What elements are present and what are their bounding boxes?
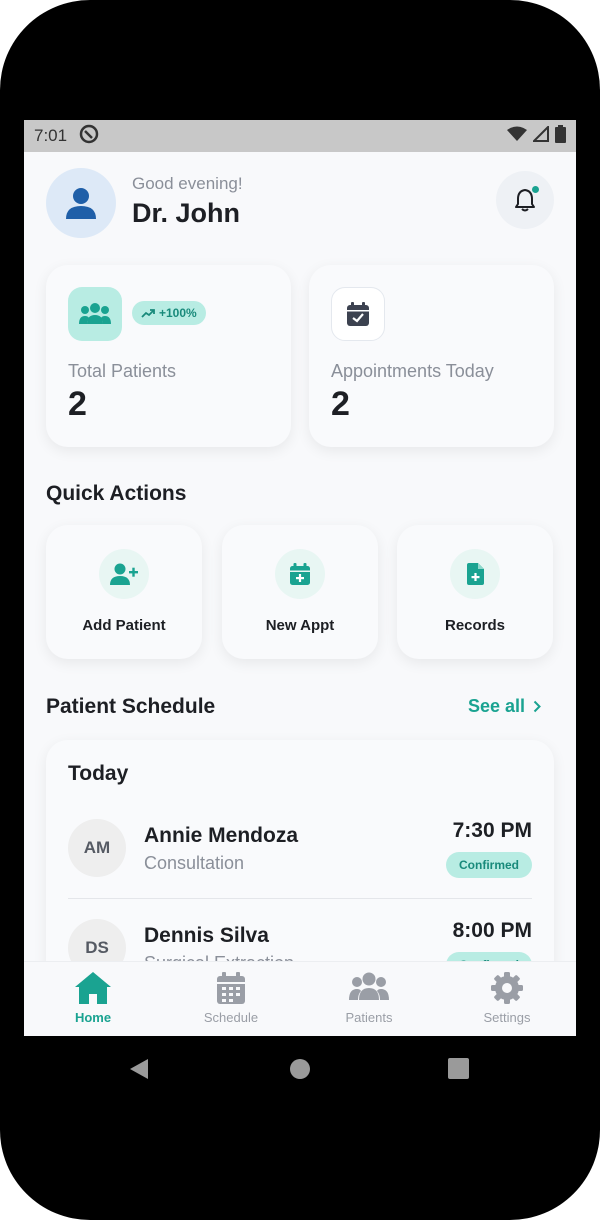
bottom-nav: Home Schedule Patients Settings xyxy=(24,961,576,1036)
recents-square-icon xyxy=(448,1058,469,1079)
quick-actions-title: Quick Actions xyxy=(46,482,187,505)
see-all-link[interactable]: See all xyxy=(468,696,541,717)
appointment-time: 8:00 PM xyxy=(452,919,532,942)
nav-settings[interactable]: Settings xyxy=(438,962,576,1036)
home-circle-icon xyxy=(290,1059,310,1079)
appointment-type: Consultation xyxy=(144,853,245,873)
appointment-time: 7:30 PM xyxy=(452,819,532,842)
new-appt-icon-circle xyxy=(275,549,325,599)
see-all-label: See all xyxy=(468,696,526,716)
battery-icon xyxy=(555,124,566,148)
nav-label: Schedule xyxy=(203,1010,259,1025)
gear-icon xyxy=(491,972,523,1004)
user-icon xyxy=(66,188,96,219)
add-user-icon xyxy=(110,563,138,585)
greeting-text: Good evening! xyxy=(132,174,243,193)
chevron-right-icon xyxy=(533,700,541,713)
calendar-check-icon xyxy=(347,302,369,326)
quick-action-label: Records xyxy=(444,617,506,634)
home-icon xyxy=(75,972,111,1004)
add-patient-icon-circle xyxy=(99,549,149,599)
wifi-icon xyxy=(507,126,527,147)
patient-name: Dennis Silva xyxy=(144,924,269,947)
home-system-button[interactable] xyxy=(289,1058,311,1080)
patients-icon-box xyxy=(68,287,122,341)
nav-home[interactable]: Home xyxy=(24,962,162,1036)
trend-badge: +100% xyxy=(132,301,206,325)
status-time: 7:01 xyxy=(34,126,68,145)
patient-avatar: AM xyxy=(68,819,126,877)
stat-label: Total Patients xyxy=(68,361,177,381)
calendar-icon xyxy=(217,972,245,1004)
notifications-button[interactable] xyxy=(496,171,554,229)
quick-action-label: New Appt xyxy=(265,617,335,634)
nav-label: Settings xyxy=(483,1010,531,1025)
records-button[interactable]: Records xyxy=(397,525,553,659)
nav-schedule[interactable]: Schedule xyxy=(162,962,300,1036)
status-bar: 7:01 xyxy=(24,120,576,152)
patient-name: Annie Mendoza xyxy=(144,824,299,847)
users-icon xyxy=(79,303,111,324)
appointment-row[interactable]: AM Annie Mendoza Consultation 7:30 PM Co… xyxy=(68,816,532,896)
notification-dot xyxy=(532,186,539,193)
quick-action-label: Add Patient xyxy=(82,617,166,634)
new-appointment-button[interactable]: New Appt xyxy=(222,525,378,659)
day-label: Today xyxy=(68,762,129,785)
appointments-icon-box xyxy=(331,287,385,341)
records-icon-circle xyxy=(450,549,500,599)
file-plus-icon xyxy=(466,563,484,585)
signal-icon xyxy=(531,124,549,147)
patient-schedule-title: Patient Schedule xyxy=(46,695,216,718)
users-icon xyxy=(349,972,389,1000)
total-patients-card[interactable]: +100% Total Patients 2 xyxy=(46,265,291,447)
stat-value: 2 xyxy=(68,385,87,423)
stat-value: 2 xyxy=(331,385,350,423)
doctor-avatar[interactable] xyxy=(46,168,116,238)
trend-value: +100% xyxy=(159,306,197,320)
trend-up-icon xyxy=(141,309,155,318)
add-patient-button[interactable]: Add Patient xyxy=(46,525,202,659)
back-triangle-icon xyxy=(130,1059,148,1079)
system-nav-bar xyxy=(0,1036,600,1102)
doctor-name: Dr. John xyxy=(132,198,241,228)
back-button[interactable] xyxy=(128,1058,150,1080)
divider xyxy=(68,898,532,899)
phone-frame: 7:01 Good evening! Dr. John +100% Total … xyxy=(0,0,600,1220)
stat-label: Appointments Today xyxy=(331,361,494,381)
calendar-plus-icon xyxy=(290,563,310,585)
sync-icon xyxy=(79,124,99,149)
status-badge: Confirmed xyxy=(446,852,532,878)
recents-button[interactable] xyxy=(448,1058,469,1079)
appointments-today-card[interactable]: Appointments Today 2 xyxy=(309,265,554,447)
nav-patients[interactable]: Patients xyxy=(300,962,438,1036)
nav-label: Patients xyxy=(345,1010,393,1025)
app-screen: 7:01 Good evening! Dr. John +100% Total … xyxy=(24,120,576,1036)
nav-label: Home xyxy=(74,1010,112,1025)
